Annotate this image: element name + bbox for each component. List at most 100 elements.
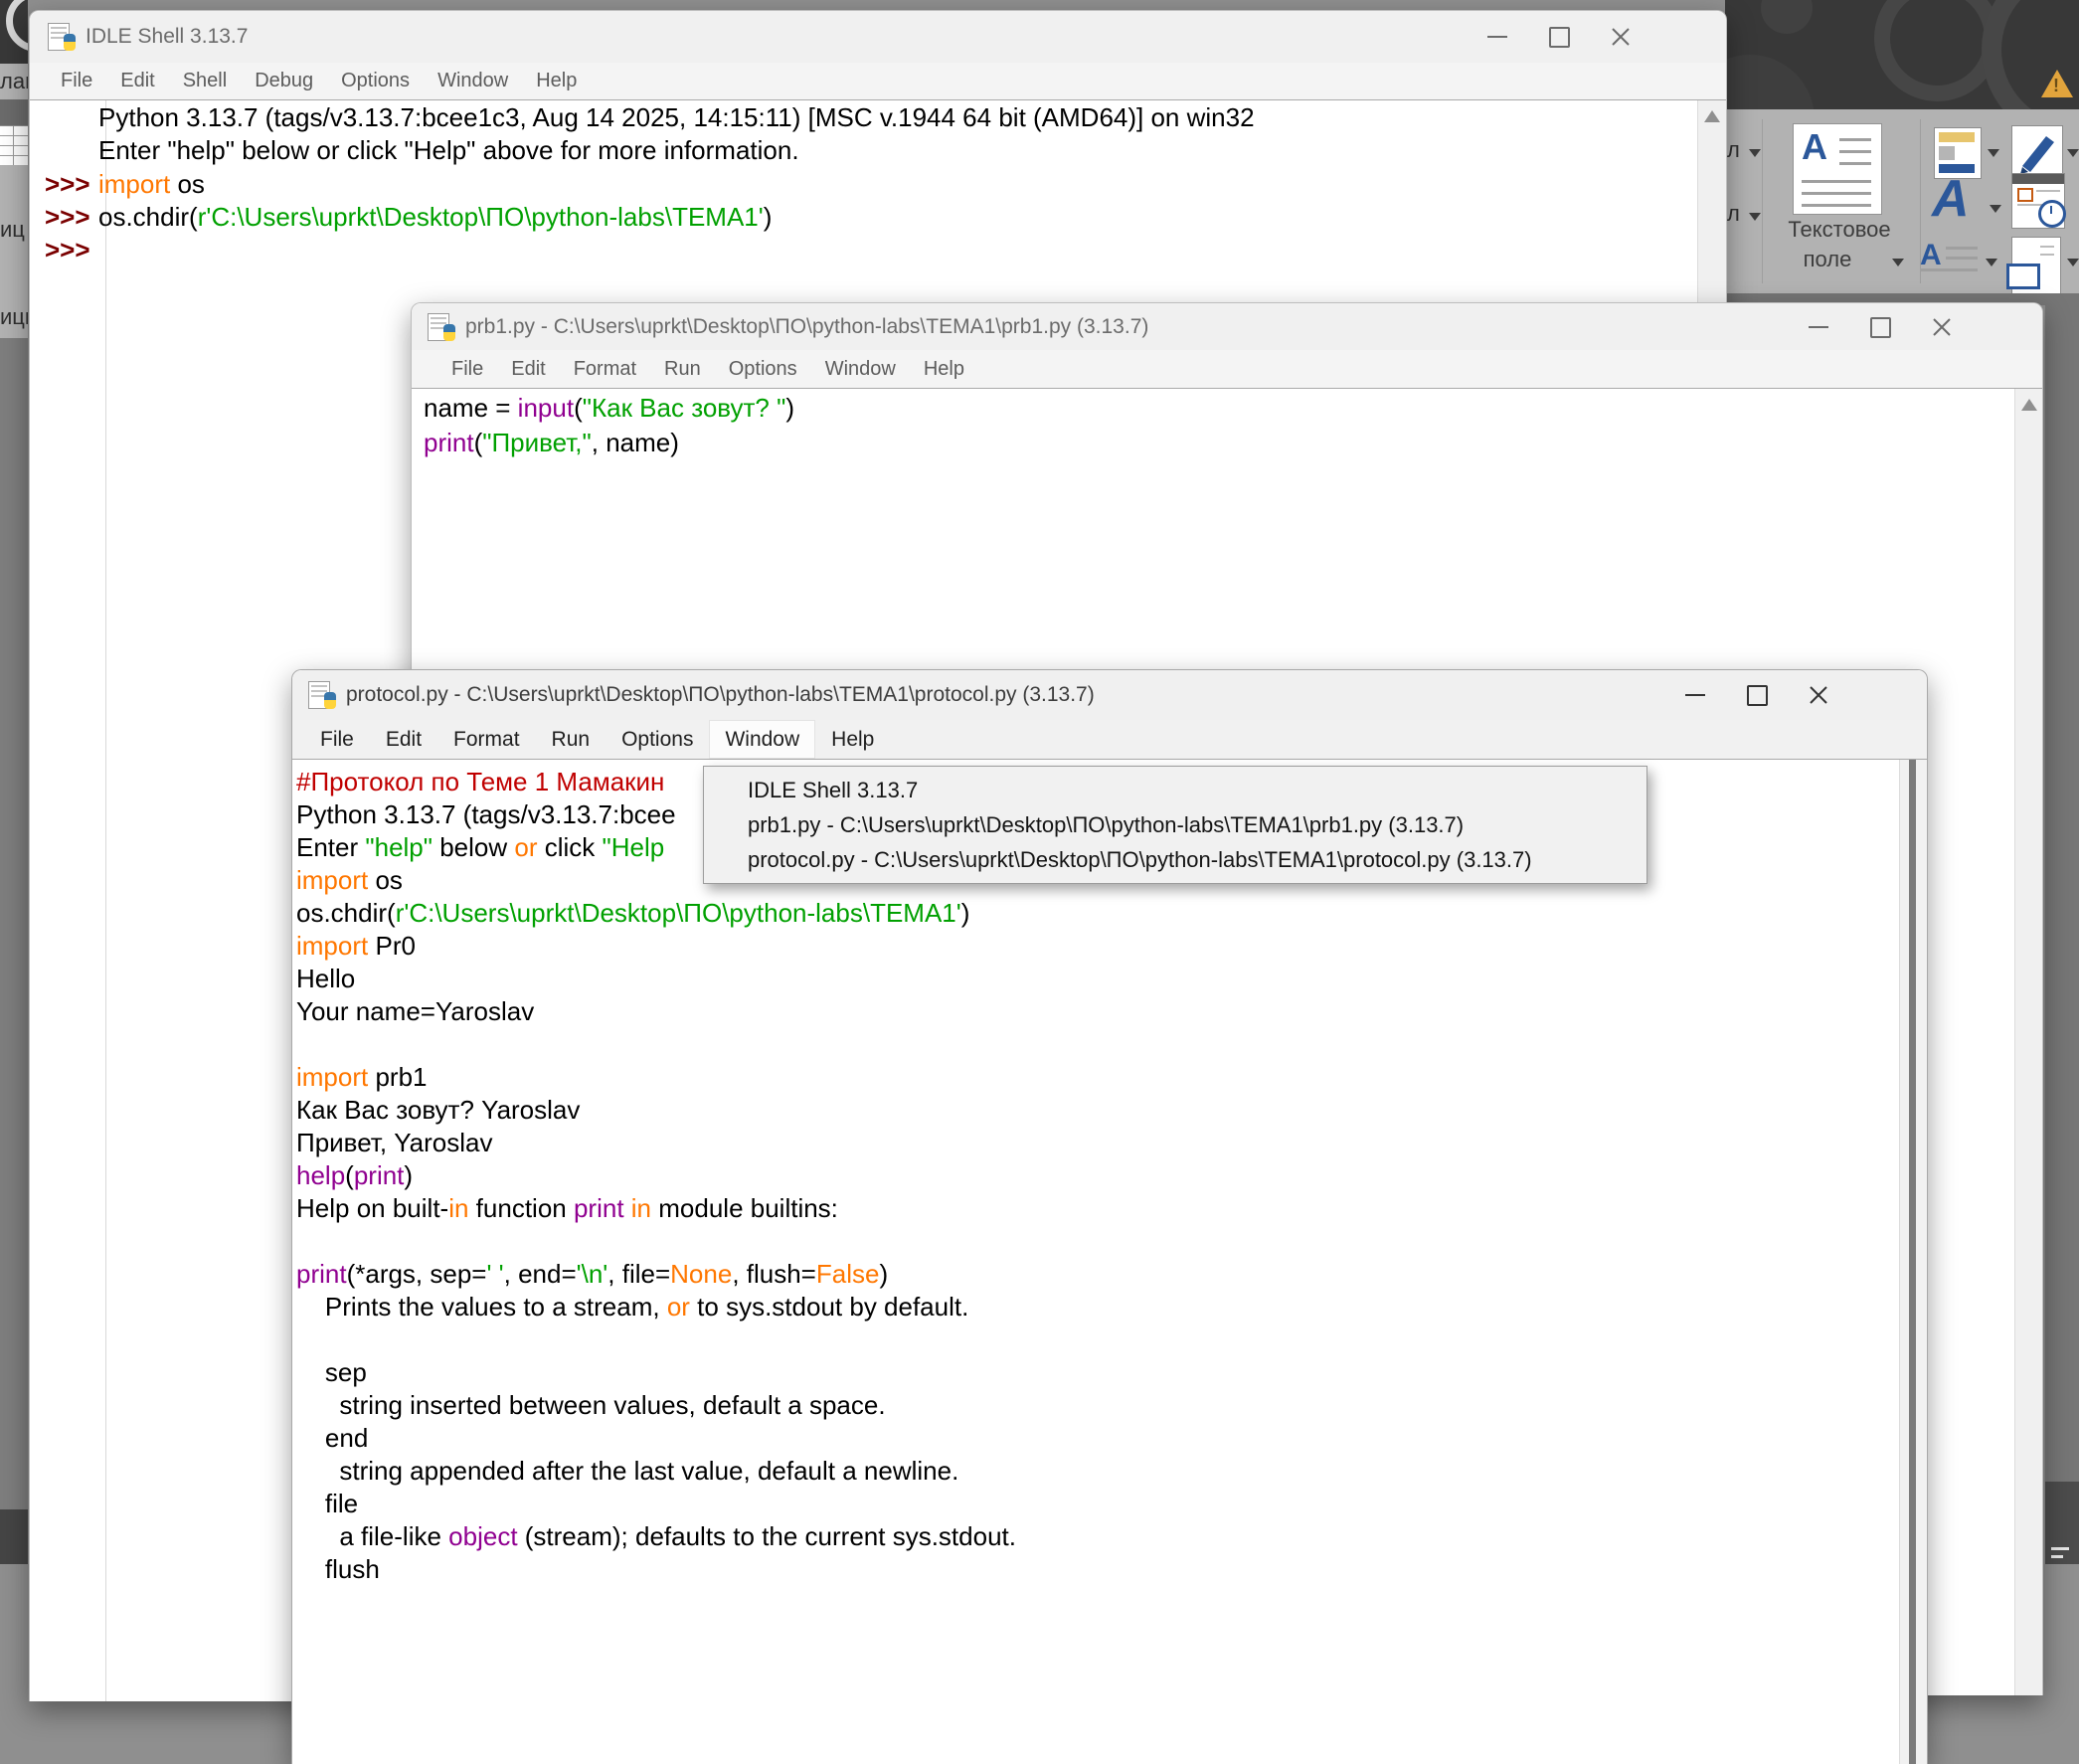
window-menu-item-2[interactable]: protocol.py - C:\Users\uprkt\Desktop\ПО\… xyxy=(704,842,1646,877)
maximize-button[interactable] xyxy=(1849,306,1911,348)
dropdown-arrow-icon xyxy=(1988,149,1999,157)
menu-item-window[interactable]: Window xyxy=(709,720,815,759)
dropdown-arrow-icon xyxy=(2067,149,2079,157)
menu-item-run[interactable]: Run xyxy=(536,720,606,759)
code-line: help(print) xyxy=(296,1160,413,1193)
maximize-button[interactable] xyxy=(1726,674,1788,716)
menu-item-options[interactable]: Options xyxy=(327,63,424,99)
code-line: string inserted between values, default … xyxy=(296,1390,886,1423)
close-button[interactable] xyxy=(1911,306,1973,348)
menu-item-file[interactable]: File xyxy=(304,720,370,759)
code-line: a file-like object (stream); defaults to… xyxy=(296,1521,1016,1554)
code-line: import Pr0 xyxy=(296,931,416,964)
window-controls xyxy=(1788,306,1973,348)
protocol-editor-area[interactable]: #Протокол по Теме 1 МамакинPython 3.13.7… xyxy=(292,759,1927,1764)
minimize-button[interactable] xyxy=(1467,16,1528,58)
scroll-up-icon[interactable] xyxy=(2021,399,2037,411)
textbox-icon: A xyxy=(1793,123,1882,215)
word-left-dark-band xyxy=(0,99,28,125)
code-line: Hello xyxy=(296,964,355,996)
code-line: print("Привет,", name) xyxy=(424,428,679,460)
menu-item-window[interactable]: Window xyxy=(811,350,910,388)
window-menu-dropdown: IDLE Shell 3.13.7prb1.py - C:\Users\uprk… xyxy=(703,766,1647,884)
code-line: name = input("Как Вас зовут? ") xyxy=(424,393,794,426)
minimize-button[interactable] xyxy=(1664,674,1726,716)
scrollbar-thumb[interactable] xyxy=(1909,760,1916,1764)
menu-item-format[interactable]: Format xyxy=(437,720,536,759)
menu-item-format[interactable]: Format xyxy=(560,350,650,388)
code-line: Enter "help" below or click "Help xyxy=(296,832,664,865)
shell-prompt: >>> xyxy=(45,202,90,235)
date-time-icon[interactable] xyxy=(2011,173,2065,229)
window-menu-item-1[interactable]: prb1.py - C:\Users\uprkt\Desktop\ПО\pyth… xyxy=(704,807,1646,842)
code-line: Python 3.13.7 (tags/v3.13.7:bcee xyxy=(296,799,676,832)
word-ribbon: л л A Текстовое поле xyxy=(1725,109,2079,294)
scroll-up-icon[interactable] xyxy=(1704,110,1720,122)
menu-item-help[interactable]: Help xyxy=(910,350,978,388)
dropdown-arrow-icon xyxy=(2067,259,2079,266)
code-line: import os xyxy=(296,865,403,898)
menu-item-file[interactable]: File xyxy=(47,63,106,99)
code-line: print(*args, sep=' ', end='\n', file=Non… xyxy=(296,1259,888,1292)
code-line: os.chdir(r'C:\Users\uprkt\Desktop\ПО\pyt… xyxy=(98,202,772,235)
close-icon xyxy=(1809,685,1828,705)
word-document-edge xyxy=(2045,293,2079,1482)
protocol-scrollbar[interactable] xyxy=(1899,760,1927,1764)
menu-item-run[interactable]: Run xyxy=(650,350,715,388)
code-line: file xyxy=(296,1489,358,1521)
word-left-titlebar xyxy=(0,0,28,64)
code-line: Prints the values to a stream, or to sys… xyxy=(296,1292,968,1324)
menu-item-shell[interactable]: Shell xyxy=(169,63,241,99)
prb1-menubar: FileEditFormatRunOptionsWindowHelp xyxy=(412,350,2042,388)
code-line: import prb1 xyxy=(296,1062,428,1095)
wordart-icon[interactable]: A xyxy=(1932,171,1970,227)
window-controls xyxy=(1664,674,1849,716)
decorative-circle-icon xyxy=(1761,0,1813,34)
menu-item-file[interactable]: File xyxy=(437,350,497,388)
close-button[interactable] xyxy=(1590,16,1651,58)
word-left-document-area xyxy=(0,338,28,1509)
menu-item-edit[interactable]: Edit xyxy=(370,720,437,759)
menu-item-edit[interactable]: Edit xyxy=(497,350,559,388)
desktop: { "colors": { "keyword": "#ff7700", "str… xyxy=(0,0,2079,1564)
code-line: string appended after the last value, de… xyxy=(296,1456,958,1489)
table-grid-icon[interactable] xyxy=(0,125,28,167)
dropdown-arrow-icon xyxy=(1749,213,1761,221)
code-line: Привет, Yaroslav xyxy=(296,1128,493,1160)
minimize-button[interactable] xyxy=(1788,306,1849,348)
window-menu-item-0[interactable]: IDLE Shell 3.13.7 xyxy=(704,773,1646,807)
word-left-statusbar xyxy=(0,1509,28,1564)
python-file-icon xyxy=(308,681,336,709)
object-icon[interactable] xyxy=(2011,237,2061,294)
shell-prompt: >>> xyxy=(45,235,90,267)
menu-item-window[interactable]: Window xyxy=(424,63,522,99)
warning-triangle-icon[interactable]: ! xyxy=(2041,70,2073,97)
code-line: os.chdir(r'C:\Users\uprkt\Desktop\ПО\pyt… xyxy=(296,898,969,931)
dropdown-arrow-icon xyxy=(1749,149,1761,157)
dropdown-arrow-icon xyxy=(1990,205,2001,213)
menu-item-edit[interactable]: Edit xyxy=(106,63,168,99)
maximize-button[interactable] xyxy=(1528,16,1590,58)
protocol-menubar: FileEditFormatRunOptionsWindowHelp xyxy=(292,720,1927,759)
window-title: IDLE Shell 3.13.7 xyxy=(86,25,248,49)
prb1-scrollbar[interactable] xyxy=(2014,389,2042,1695)
menu-item-help[interactable]: Help xyxy=(522,63,591,99)
word-statusbar-corner xyxy=(2045,1482,2079,1564)
decorative-circle-icon xyxy=(1725,55,1815,109)
python-file-icon xyxy=(48,23,76,51)
window-title: prb1.py - C:\Users\uprkt\Desktop\ПО\pyth… xyxy=(465,315,1148,339)
menu-item-help[interactable]: Help xyxy=(815,720,890,759)
menu-item-options[interactable]: Options xyxy=(606,720,709,759)
code-line: Enter "help" below or click "Help" above… xyxy=(98,135,799,168)
ribbon-button-fragment[interactable]: л xyxy=(1727,201,1740,227)
ribbon-button-fragment[interactable]: л xyxy=(1727,137,1740,163)
decorative-circle-icon xyxy=(6,0,28,52)
menu-item-debug[interactable]: Debug xyxy=(241,63,327,99)
close-button[interactable] xyxy=(1788,674,1849,716)
menu-item-options[interactable]: Options xyxy=(715,350,811,388)
shell-prompt-column: >>>>>>>>> xyxy=(30,100,106,1701)
textbox-button-label: поле xyxy=(1753,247,1902,272)
code-line: Your name=Yaroslav xyxy=(296,996,534,1029)
close-icon xyxy=(1611,27,1631,47)
protocol-code: #Протокол по Теме 1 МамакинPython 3.13.7… xyxy=(296,760,1897,1764)
